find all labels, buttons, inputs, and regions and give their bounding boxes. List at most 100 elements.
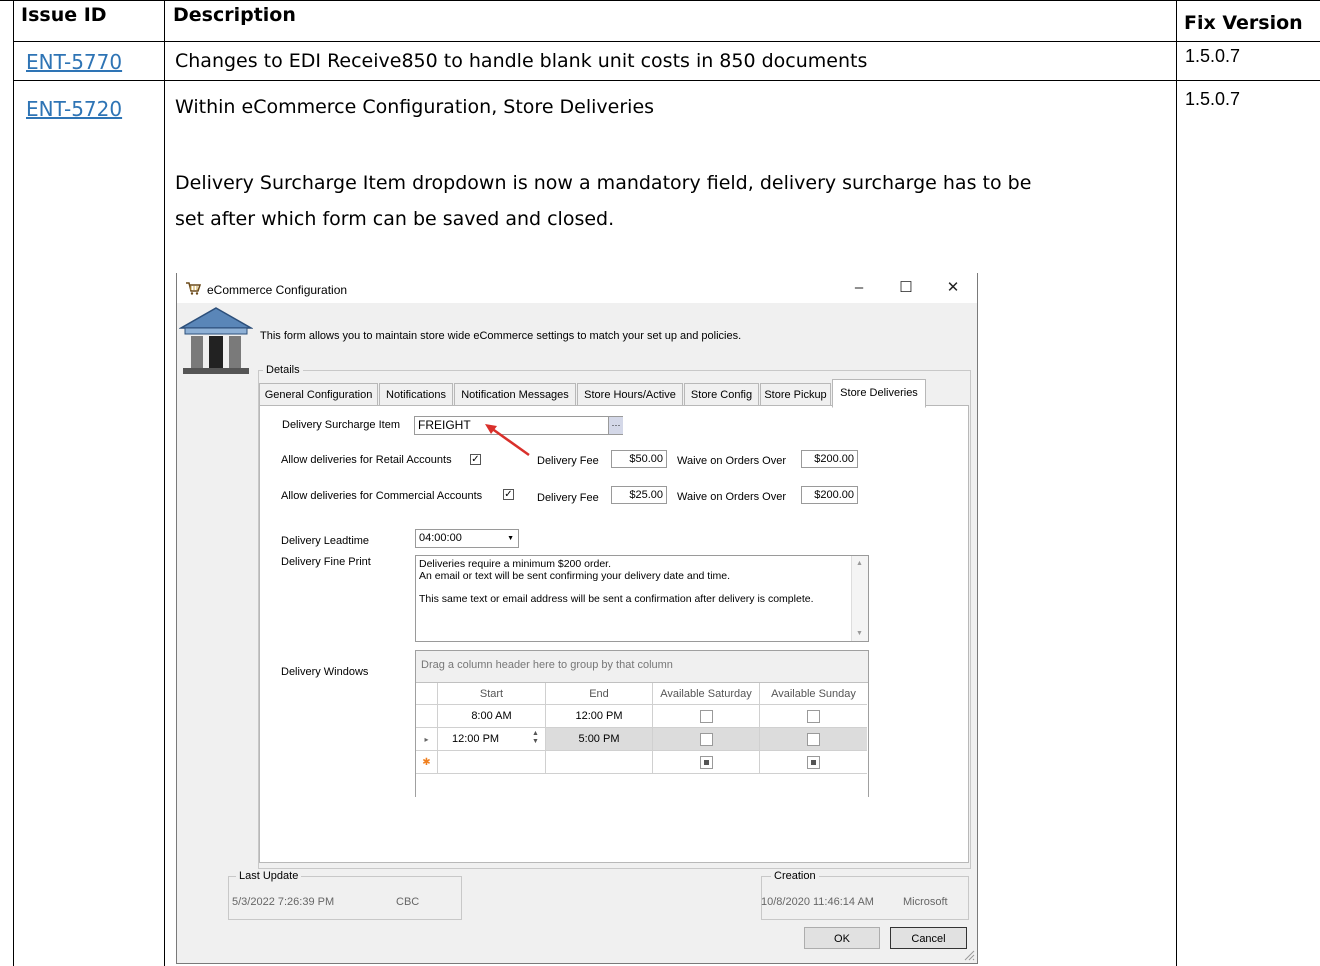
fineprint-line-3: This same text or email address will be … [419, 593, 814, 605]
fineprint-line-2: An email or text will be sent confirming… [419, 570, 731, 582]
table-row-indicator [416, 705, 438, 728]
sunday-checkbox[interactable] [807, 733, 820, 746]
grid-group-panel[interactable]: Drag a column header here to group by th… [421, 659, 673, 671]
tab-notification-messages[interactable]: Notification Messages [454, 383, 576, 407]
minimize-button[interactable]: – [839, 277, 879, 299]
column-header-available-sunday[interactable]: Available Sunday [760, 683, 867, 705]
table-row-saturday-cell [653, 728, 760, 751]
header-description: Description [173, 4, 296, 26]
close-button[interactable]: ✕ [933, 277, 973, 299]
sunday-checkbox[interactable] [807, 710, 820, 723]
row1-description: Changes to EDI Receive850 to handle blan… [175, 50, 868, 72]
table-row-start-editor[interactable]: 12:00 PM ▲ ▼ [438, 728, 546, 751]
creation-user: Microsoft [903, 896, 948, 908]
new-row-end[interactable] [546, 751, 653, 774]
column-header-available-saturday[interactable]: Available Saturday [653, 683, 760, 705]
last-update-date: 5/3/2022 7:26:39 PM [232, 896, 335, 908]
last-update-label: Last Update [236, 870, 302, 882]
new-row-start[interactable] [438, 751, 546, 774]
table-row-end[interactable]: 5:00 PM [546, 728, 653, 751]
fineprint-textarea[interactable]: Deliveries require a minimum $200 order.… [415, 555, 869, 642]
new-row-sunday-cell [760, 751, 867, 774]
saturday-checkbox[interactable] [700, 710, 713, 723]
creation-date: 10/8/2020 11:46:14 AM [761, 896, 874, 908]
issue-link-ent-5770[interactable]: ENT-5770 [26, 50, 122, 74]
fineprint-scrollbar[interactable]: ▲ ▼ [851, 556, 868, 641]
release-notes-table: Issue ID Description Fix Version ENT-577… [0, 0, 1320, 966]
table-border-left [13, 0, 14, 966]
retail-waive-label: Waive on Orders Over [677, 455, 787, 467]
shopping-cart-icon [186, 282, 201, 295]
commercial-deliveries-label: Allow deliveries for Commercial Accounts [281, 490, 483, 502]
row-rule [13, 80, 1320, 81]
retail-waive-input[interactable]: $200.00 [801, 450, 858, 468]
header-rule [13, 41, 1320, 42]
col-divider-2 [1176, 0, 1177, 966]
store-building-icon [179, 307, 253, 374]
surcharge-label: Delivery Surcharge Item [282, 419, 400, 431]
maximize-button[interactable]: ☐ [886, 277, 926, 299]
tab-store-deliveries[interactable]: Store Deliveries [832, 379, 926, 408]
annotation-arrow-icon [485, 424, 530, 457]
dialog-title: eCommerce Configuration [207, 283, 348, 297]
tab-store-hours-active[interactable]: Store Hours/Active [577, 383, 683, 407]
table-row-end[interactable]: 12:00 PM [546, 705, 653, 728]
commercial-waive-input[interactable]: $200.00 [801, 486, 858, 504]
commercial-deliveries-checkbox[interactable]: ✓ [503, 489, 514, 500]
tab-store-pickup[interactable]: Store Pickup [760, 383, 831, 407]
time-spinner-icon[interactable]: ▲ ▼ [532, 730, 539, 746]
tab-store-config[interactable]: Store Config [684, 383, 759, 407]
last-update-user: CBC [396, 896, 420, 908]
table-border-top [0, 0, 1320, 1]
row2-description-line2: Delivery Surcharge Item dropdown is now … [175, 172, 1032, 194]
delivery-windows-grid: Drag a column header here to group by th… [415, 650, 869, 798]
saturday-checkbox[interactable] [700, 733, 713, 746]
commercial-fee-input[interactable]: $25.00 [611, 486, 667, 504]
fineprint-line-1: Deliveries require a minimum $200 order. [419, 558, 611, 570]
new-row-saturday-cell [653, 751, 760, 774]
row2-fix-version: 1.5.0.7 [1185, 89, 1241, 109]
new-row-icon: ✱ [422, 757, 431, 768]
table-row-sunday-cell [760, 728, 867, 751]
sunday-checkbox[interactable] [807, 756, 820, 769]
details-group-label: Details [263, 364, 303, 376]
commercial-waive-label: Waive on Orders Over [677, 491, 787, 503]
row1-fix-version: 1.5.0.7 [1185, 46, 1241, 66]
table-row-sunday-cell [760, 705, 867, 728]
header-issue-id: Issue ID [21, 4, 107, 26]
retail-deliveries-label: Allow deliveries for Retail Accounts [281, 454, 452, 466]
creation-label: Creation [771, 870, 819, 882]
resize-grip-icon[interactable] [963, 949, 975, 961]
scroll-down-icon: ▼ [856, 630, 863, 637]
dialog-intro-text: This form allows you to maintain store w… [260, 330, 742, 342]
tab-general-configuration[interactable]: General Configuration [259, 383, 378, 407]
table-row-saturday-cell [653, 705, 760, 728]
saturday-checkbox[interactable] [700, 756, 713, 769]
dialog-title-bar: eCommerce Configuration – ☐ ✕ [177, 273, 977, 303]
row2-description-line1: Within eCommerce Configuration, Store De… [175, 96, 655, 118]
scroll-up-icon: ▲ [856, 560, 863, 567]
table-row-start[interactable]: 8:00 AM [438, 705, 546, 728]
surcharge-lookup-button[interactable]: ··· [608, 417, 623, 434]
retail-fee-input[interactable]: $50.00 [611, 450, 667, 468]
table-row-start[interactable]: 12:00 PM [452, 728, 499, 751]
ecommerce-configuration-dialog: eCommerce Configuration – ☐ ✕ This form … [176, 273, 978, 964]
column-header-end[interactable]: End [546, 683, 653, 705]
ok-button[interactable]: OK [804, 927, 880, 949]
cancel-button[interactable]: Cancel [890, 927, 967, 949]
column-header-start[interactable]: Start [438, 683, 546, 705]
row2-description-line3: set after which form can be saved and cl… [175, 208, 615, 230]
table-row-indicator: ▸ [416, 728, 438, 751]
retail-deliveries-checkbox[interactable]: ✓ [470, 454, 481, 465]
chevron-down-icon: ▼ [507, 535, 514, 542]
col-divider-1 [164, 0, 165, 966]
new-row-indicator: ✱ [416, 751, 438, 774]
leadtime-value: 04:00:00 [419, 532, 462, 544]
delivery-windows-label: Delivery Windows [281, 666, 369, 678]
leadtime-dropdown[interactable]: 04:00:00 ▼ [415, 529, 519, 548]
commercial-fee-label: Delivery Fee [537, 492, 599, 504]
issue-link-ent-5720[interactable]: ENT-5720 [26, 97, 122, 121]
tab-notifications[interactable]: Notifications [379, 383, 453, 407]
header-fix-version: Fix Version [1184, 12, 1303, 34]
retail-fee-label: Delivery Fee [537, 455, 599, 467]
